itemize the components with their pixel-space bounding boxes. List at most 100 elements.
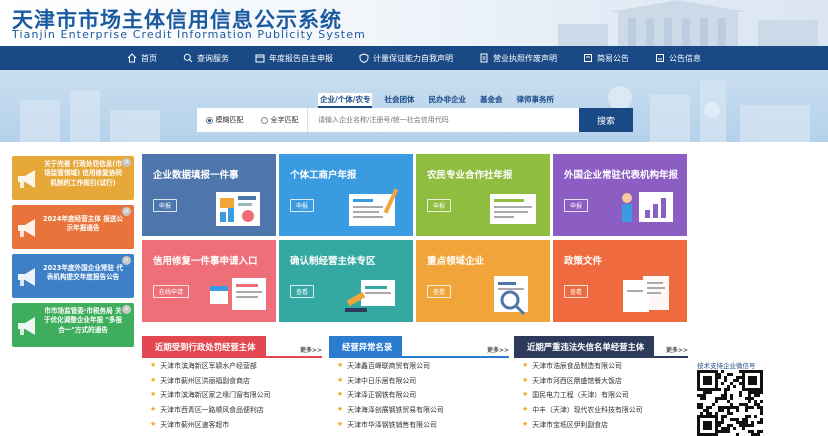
more-link[interactable]: 更多>> [666,345,688,354]
nav-label: 首页 [141,53,157,63]
tab-non-enterprise[interactable]: 民办非企业 [426,93,468,108]
list-item[interactable]: ★ 天津市蓟州区洪丽福副食商店 [142,373,322,388]
more-link[interactable]: 更多>> [487,345,509,354]
list-item[interactable]: ★ 天津市滨海新区家之缘门窗有限公司 [142,387,322,402]
tile-data-filing[interactable]: 企业数据填报一件事 申报 [142,154,276,236]
star-icon: ★ [150,375,157,384]
list-item-text: 天津市蓟州区洪丽福副食商店 [160,376,250,385]
building-illustration [558,0,818,46]
star-icon: ★ [337,361,344,370]
tile-button[interactable]: 查看 [290,285,315,298]
person-chart-illustration [622,192,673,222]
site-header: 天津市市场主体信用信息公示系统 Tianjin Enterprise Credi… [0,0,828,46]
notice-multi-report[interactable]: 市市场监管委·市税务局 关于优化调整企业年报 "多报合一"方式的通告 × [12,303,134,347]
list-item[interactable]: ★ 天津市宝坻区伊利副食店 [514,416,688,431]
nav-query[interactable]: 查询服务 [170,46,242,70]
nav-simple-notice[interactable]: 简易公告 [570,46,642,70]
list-item[interactable]: ★ 中丰（天津）现代农业科技有限公司 [514,402,688,417]
list-abnormal: 经营异常名录 更多>> ★ 天津鑫百峰联商贸有限公司 ★ 天津中日乐居有限公司 ★ 天… [329,336,509,431]
calendar-icon [255,54,265,63]
radio-label: 模糊匹配 [215,116,244,124]
star-icon: ★ [337,375,344,384]
qr-label: 技术支持企业微信号 [697,362,756,370]
documents-illustration [623,276,669,312]
list-item[interactable]: ★ 天津中日乐居有限公司 [329,373,509,388]
notice-foreign-rep-2023[interactable]: 2023年度外国企业常驻 代表机构提交年度报告公告 × [12,254,134,298]
megaphone-icon [18,317,35,335]
notice-annual-report-2024[interactable]: 2024年度经营主体 报送公示年报通告 × [12,205,134,249]
nav-label: 营业执照作废声明 [493,53,557,63]
list-item[interactable]: ★ 天津市浩辰食品制造有限公司 [514,358,688,373]
tile-confirmation-zone[interactable]: 确认制经营主体专区 查看 [279,240,413,322]
list-item[interactable]: ★ 天津市西青区一路顺风食品便利店 [142,402,322,417]
tile-button[interactable]: 查看 [564,285,589,298]
tile-button[interactable]: 在线申请 [153,285,190,298]
category-tabs: 企业/个体/农专 社会团体 民办非企业 基金会 律师事务所 [318,93,556,108]
star-icon: ★ [522,419,529,428]
close-icon[interactable]: × [122,158,131,167]
list-item[interactable]: ★ 天津市河西区鼎盛馆餐大饭店 [514,373,688,388]
shield-icon [359,53,369,63]
tile-credit-repair[interactable]: 信用修复一件事申请入口 在线申请 [142,240,276,322]
tile-button[interactable]: 申报 [153,199,178,212]
search-input[interactable] [308,108,579,132]
tile-button[interactable]: 申报 [290,199,315,212]
list-title: 近期严重违法失信名单经营主体 [514,336,655,358]
list-title: 近期受到行政处罚经营主体 [142,336,266,358]
search-button[interactable]: 搜索 [579,108,633,132]
nav-license-void[interactable]: 营业执照作废声明 [466,46,570,70]
radio-fuzzy[interactable]: 模糊匹配 [205,115,244,125]
tile-title: 企业数据填报一件事 [153,170,239,181]
close-icon[interactable]: × [122,207,131,216]
list-item-text: 中丰（天津）现代农业科技有限公司 [532,406,643,415]
home-icon [127,53,137,63]
list-item[interactable]: ★ 天津泽正钢铁有限公司 [329,387,509,402]
nav-announcements[interactable]: 公告信息 [642,46,714,70]
star-icon: ★ [150,419,157,428]
nav-label: 公告信息 [669,53,701,63]
tab-social-org[interactable]: 社会团体 [382,93,416,108]
list-item-text: 天津市蓟州区速客超市 [160,420,230,429]
list-item[interactable]: ★ 天津海泽创展钢铁贸易有限公司 [329,402,509,417]
match-mode: 模糊匹配 全字匹配 [197,108,308,132]
nav-annual-report[interactable]: 年度报告自主申报 [242,46,346,70]
star-icon: ★ [337,390,344,399]
tile-individual-annual[interactable]: 个体工商户年报 申报 [279,154,413,236]
list-item-text: 天津市浩辰食品制造有限公司 [532,362,622,371]
tile-title: 确认制经营主体专区 [290,256,376,267]
list-item[interactable]: ★ 国民电力工程（天津）有限公司 [514,387,688,402]
notice-credit-repair[interactable]: 关于完善 行政处罚信息(市场监管领域) 信用修复协同机制的工作规引(试行) × [12,156,134,200]
tile-title: 政策文件 [564,256,603,267]
tile-button[interactable]: 查看 [427,285,452,298]
star-icon: ★ [522,361,529,370]
close-icon[interactable]: × [122,256,131,265]
star-icon: ★ [150,361,157,370]
radio-exact[interactable]: 全字匹配 [260,115,299,125]
tile-title: 农民专业合作社年报 [427,170,513,181]
list-item-text: 天津泽正钢铁有限公司 [347,391,417,400]
report-illustration [349,188,399,226]
tile-policy-docs[interactable]: 政策文件 查看 [553,240,687,322]
close-icon[interactable]: × [122,305,131,314]
tile-button[interactable]: 申报 [427,199,452,212]
tile-button[interactable]: 申报 [564,199,589,212]
list-item[interactable]: ★ 天津市滨海新区军颖水产经营部 [142,358,322,373]
tab-enterprise[interactable]: 企业/个体/农专 [318,93,373,108]
megaphone-icon [18,170,35,188]
document-icon [480,53,488,63]
tile-cooperative-annual[interactable]: 农民专业合作社年报 申报 [416,154,550,236]
nav-home[interactable]: 首页 [114,46,170,70]
list-item[interactable]: ★ 天津鑫百峰联商贸有限公司 [329,358,509,373]
tab-foundation[interactable]: 基金会 [478,93,505,108]
tile-foreign-rep-annual[interactable]: 外国企业常驻代表机构年报 申报 [553,154,687,236]
list-serious-violation: 近期严重违法失信名单经营主体 更多>> ★ 天津市浩辰食品制造有限公司 ★ 天津市河… [514,336,688,431]
tile-key-sector[interactable]: 重点领域企业 查看 [416,240,550,322]
list-header: 近期严重违法失信名单经营主体 更多>> [514,336,688,358]
list-item[interactable]: ★ 天津市蓟州区速客超市 [142,416,322,431]
nav-metrology[interactable]: 计量保证能力自我声明 [346,46,466,70]
list-item[interactable]: ★ 天津市华泽钢铁销售有限公司 [329,416,509,431]
list-item-text: 天津中日乐居有限公司 [347,376,417,385]
more-link[interactable]: 更多>> [300,345,322,354]
tab-law-firm[interactable]: 律师事务所 [514,93,556,108]
list-header: 经营异常名录 更多>> [329,336,509,358]
